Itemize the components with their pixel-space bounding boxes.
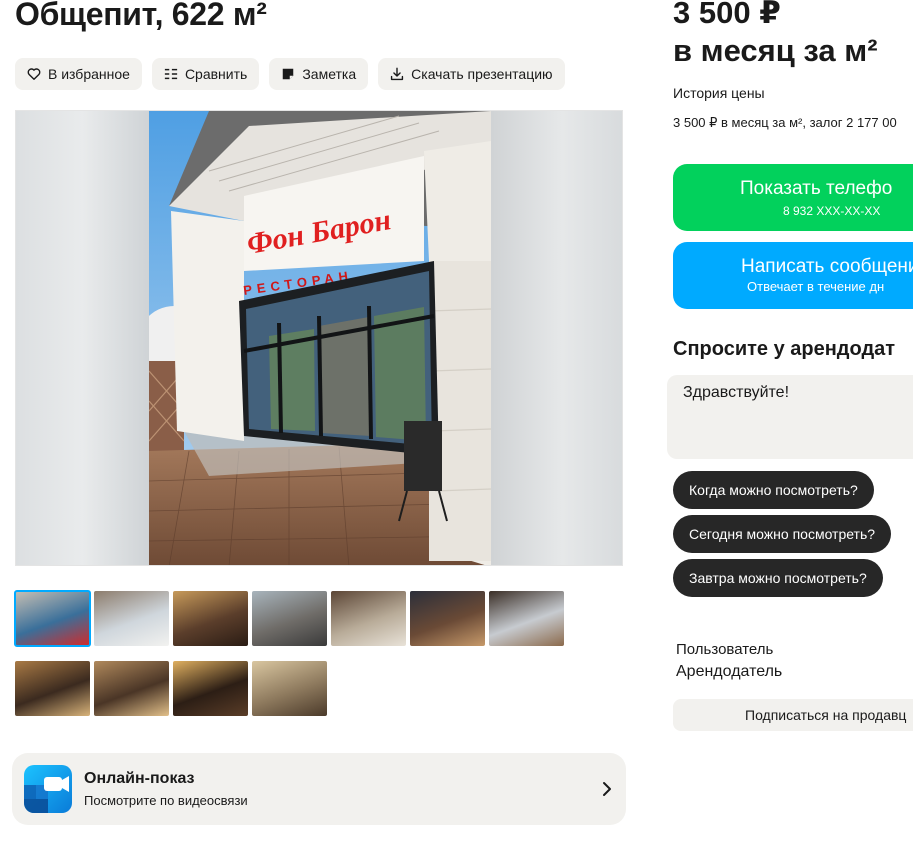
gallery-thumbnail[interactable] xyxy=(173,591,248,646)
compare-icon xyxy=(164,68,178,80)
seller-role: Арендодатель xyxy=(676,663,783,680)
online-view-card[interactable]: Онлайн-показ Посмотрите по видеосвязи xyxy=(12,753,626,825)
gallery-thumbnail[interactable] xyxy=(173,661,248,716)
gallery-thumbnail[interactable] xyxy=(252,661,327,716)
online-view-title: Онлайн-показ xyxy=(84,770,195,787)
page-title: Общепит, 622 м² xyxy=(15,0,267,32)
download-label: Скачать презентацию xyxy=(411,66,553,82)
gallery-thumbnail[interactable] xyxy=(15,661,90,716)
write-message-button[interactable]: Написать сообщени Отвечает в течение дн xyxy=(673,242,913,309)
download-presentation-button[interactable]: Скачать презентацию xyxy=(378,58,565,90)
gallery-thumbnail[interactable] xyxy=(410,591,485,646)
gallery-thumbnail[interactable] xyxy=(14,590,91,647)
gallery-thumbnail[interactable] xyxy=(489,591,564,646)
restaurant-facade-image: Фон Барон РЕСТОРАН xyxy=(149,111,491,565)
photo-blur-right xyxy=(489,111,622,565)
main-photo[interactable]: Фон Барон РЕСТОРАН xyxy=(15,110,623,566)
compare-label: Сравнить xyxy=(184,66,248,82)
write-message-label: Написать сообщени xyxy=(741,256,913,277)
price-history-detail: 3 500 ₽ в месяц за м², залог 2 177 00 xyxy=(673,115,897,130)
price-block: 3 500 ₽ в месяц за м² xyxy=(673,0,878,70)
photo-blur-left xyxy=(16,111,149,565)
show-phone-button[interactable]: Показать телефо 8 932 XXX-XX-XX xyxy=(673,164,913,231)
quick-question-chip-when[interactable]: Когда можно посмотреть? xyxy=(673,471,874,509)
note-label: Заметка xyxy=(302,66,357,82)
message-textarea[interactable] xyxy=(667,375,913,459)
ask-landlord-heading: Спросите у арендодат xyxy=(673,338,896,360)
price-unit: в месяц за м² xyxy=(673,33,878,68)
favorite-button[interactable]: В избранное xyxy=(15,58,142,90)
note-button[interactable]: Заметка xyxy=(269,58,369,90)
subscribe-seller-button[interactable]: Подписаться на продавц xyxy=(673,699,913,731)
chevron-right-icon xyxy=(603,782,611,796)
video-camera-icon xyxy=(24,765,72,813)
show-phone-label: Показать телефо xyxy=(740,178,893,199)
gallery-thumbnail[interactable] xyxy=(94,661,169,716)
price-amount: 3 500 ₽ xyxy=(673,0,781,30)
compare-button[interactable]: Сравнить xyxy=(151,58,260,90)
price-history-link[interactable]: История цены xyxy=(673,85,765,101)
gallery-thumbnail[interactable] xyxy=(331,591,406,646)
thumbnail-strip xyxy=(14,590,564,716)
quick-question-chip-today[interactable]: Сегодня можно посмотреть? xyxy=(673,515,892,553)
online-view-subtitle: Посмотрите по видеосвязи xyxy=(84,793,248,808)
note-icon xyxy=(283,68,294,80)
gallery-thumbnail[interactable] xyxy=(94,591,169,646)
seller-type: Пользователь xyxy=(676,641,774,658)
response-time-text: Отвечает в течение дн xyxy=(747,279,885,294)
masked-phone-number: 8 932 XXX-XX-XX xyxy=(783,204,881,218)
download-icon xyxy=(391,67,404,81)
action-bar: В избранное Сравнить Заметка Скачать пре… xyxy=(15,58,565,90)
gallery-thumbnail[interactable] xyxy=(252,591,327,646)
quick-question-chip-tomorrow[interactable]: Завтра можно посмотреть? xyxy=(673,559,883,597)
favorite-label: В избранное xyxy=(48,66,130,82)
heart-icon xyxy=(27,68,41,80)
